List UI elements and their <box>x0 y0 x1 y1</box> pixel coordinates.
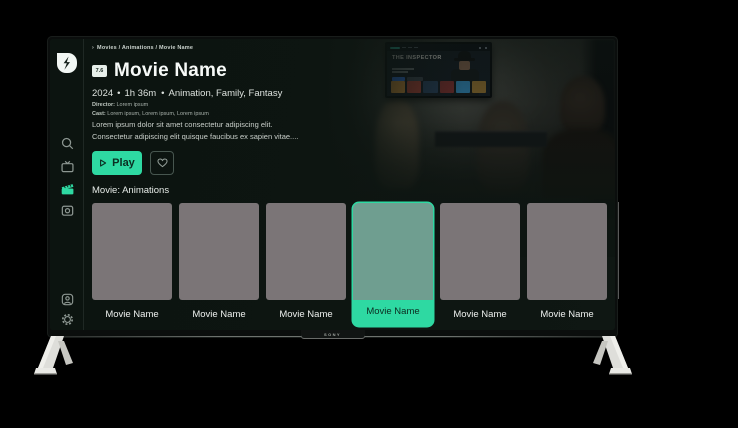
movie-poster-placeholder <box>440 203 520 300</box>
director-line: Director: Lorem ipsum <box>92 102 148 108</box>
movie-year: 2024 <box>92 88 113 99</box>
favorite-button[interactable] <box>150 151 174 175</box>
movie-card-label: Movie Name <box>353 300 433 323</box>
movie-genres: Animation, Family, Fantasy <box>168 88 282 99</box>
play-icon <box>99 159 107 167</box>
row-title: Movie: Animations <box>92 185 169 196</box>
tv-foot-left <box>34 336 78 378</box>
movie-card[interactable]: Movie Name <box>440 203 520 326</box>
tv-brand-logo: SONY <box>301 330 365 338</box>
director-value: Lorem ipsum <box>115 102 148 108</box>
cast-value: Lorem ipsum, Lorem ipsum, Lorem ipsum <box>106 111 209 117</box>
search-icon[interactable] <box>59 135 75 151</box>
breadcrumb[interactable]: ›Movies / Animations / Movie Name <box>92 45 193 51</box>
meta-separator: • <box>117 88 120 99</box>
movie-poster-placeholder <box>92 203 172 300</box>
profile-icon[interactable] <box>59 291 75 307</box>
movie-card[interactable]: Movie Name <box>92 203 172 326</box>
movies-clapperboard-icon[interactable] <box>59 180 75 196</box>
tv-chin: SONY <box>47 330 618 338</box>
movie-description: Lorem ipsum dolor sit amet consectetur a… <box>92 119 298 142</box>
movie-card-label: Movie Name <box>92 300 172 326</box>
movie-card-selected[interactable]: Movie Name <box>353 203 433 326</box>
scene: THE INSPECTOR <box>0 0 738 428</box>
heart-icon <box>157 158 168 168</box>
breadcrumb-chevron-icon: › <box>92 45 94 51</box>
movie-meta: 2024 • 1h 36m • Animation, Family, Fantasy <box>92 88 282 99</box>
cast-label: Cast: <box>92 111 106 117</box>
movie-card[interactable]: Movie Name <box>266 203 346 326</box>
bezel-highlight <box>618 202 619 299</box>
app-logo-icon[interactable] <box>55 51 79 75</box>
movie-card-label: Movie Name <box>440 300 520 326</box>
movie-card[interactable]: Movie Name <box>527 203 607 326</box>
meta-separator: • <box>161 88 164 99</box>
main-content: ›Movies / Animations / Movie Name 7.6 Mo… <box>92 39 614 330</box>
cards-row: Movie Name Movie Name Movie Name Movie Name… <box>92 203 607 326</box>
movie-poster-placeholder <box>527 203 607 300</box>
tv-screen: THE INSPECTOR <box>50 39 615 330</box>
movie-poster-placeholder <box>353 203 433 300</box>
movie-poster-placeholder <box>179 203 259 300</box>
sidebar <box>50 39 84 330</box>
movie-card-label: Movie Name <box>527 300 607 326</box>
director-label: Director: <box>92 102 115 108</box>
cast-line: Cast: Lorem ipsum, Lorem ipsum, Lorem ip… <box>92 111 209 117</box>
movie-card[interactable]: Movie Name <box>179 203 259 326</box>
movie-title: Movie Name <box>114 60 227 82</box>
movie-card-label: Movie Name <box>179 300 259 326</box>
rating-badge: 7.6 <box>92 65 107 77</box>
movie-duration: 1h 36m <box>124 88 156 99</box>
breadcrumb-path: Movies / Animations / Movie Name <box>97 45 193 51</box>
movie-card-label: Movie Name <box>266 300 346 326</box>
play-button[interactable]: Play <box>92 151 142 175</box>
tv-icon[interactable] <box>59 158 75 174</box>
live-tv-icon[interactable] <box>59 202 75 218</box>
tv-bezel: THE INSPECTOR <box>47 36 618 338</box>
settings-gear-icon[interactable] <box>59 311 75 327</box>
tv-foot-right <box>588 336 632 378</box>
movie-poster-placeholder <box>266 203 346 300</box>
